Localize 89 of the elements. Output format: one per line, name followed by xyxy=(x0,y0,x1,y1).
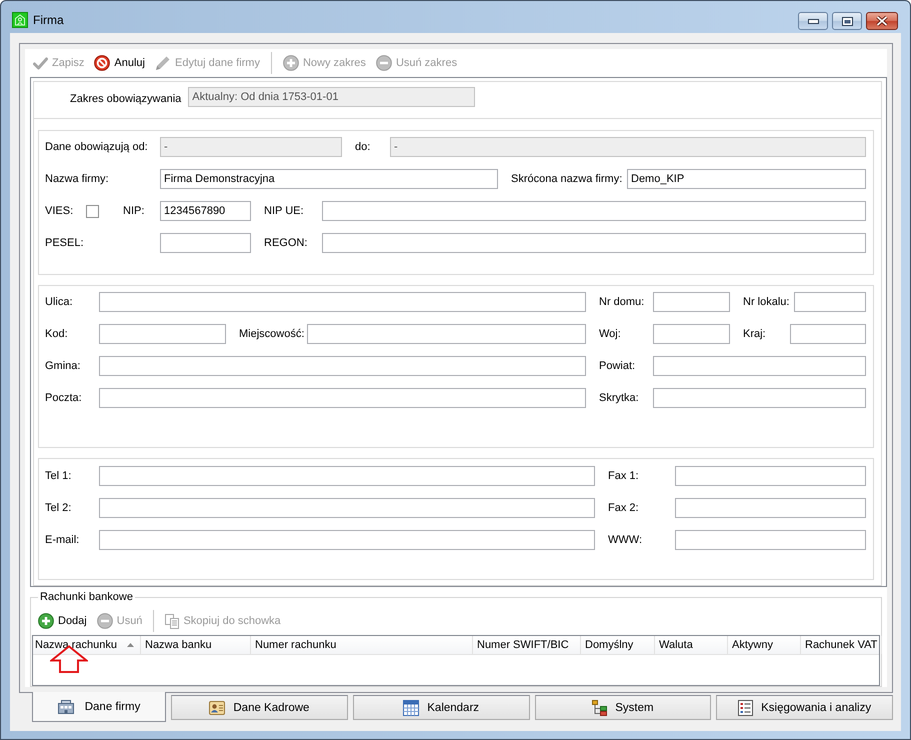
pencil-icon xyxy=(154,55,171,71)
field-label: Nr lokalu: xyxy=(743,295,790,309)
field-label: Fax 2: xyxy=(608,501,639,515)
prohibition-icon xyxy=(94,55,110,71)
copy-icon xyxy=(165,614,180,628)
check-icon xyxy=(33,56,48,70)
field-label: Tel 2: xyxy=(45,501,72,515)
maximize-button[interactable] xyxy=(832,12,862,30)
plus-icon xyxy=(38,613,54,629)
column-header[interactable]: Numer rachunku xyxy=(251,636,473,654)
calendar-icon xyxy=(403,700,420,716)
input-field[interactable] xyxy=(675,466,866,486)
field-label: Kod: xyxy=(45,327,68,341)
field-label: Miejscowość: xyxy=(239,327,304,341)
input-field[interactable]: 1234567890 xyxy=(160,201,251,221)
input-field[interactable] xyxy=(99,466,595,486)
column-header[interactable]: Nazwa rachunku xyxy=(33,636,141,654)
field-label: Zakres obowiązywania xyxy=(70,92,182,106)
input-field[interactable]: Demo_KIP xyxy=(627,169,866,189)
building-icon xyxy=(58,700,74,714)
column-header[interactable]: Aktywny xyxy=(728,636,801,654)
field-label: Gmina: xyxy=(45,359,80,373)
input-field[interactable] xyxy=(99,356,586,376)
tab[interactable]: Dane Kadrowe xyxy=(171,695,348,720)
column-header[interactable]: Nazwa banku xyxy=(141,636,251,654)
column-header[interactable]: Rachunek VAT xyxy=(801,636,882,654)
input-field[interactable] xyxy=(322,233,866,253)
minimize-icon xyxy=(808,18,818,24)
input-field[interactable] xyxy=(99,530,595,550)
field-label: E-mail: xyxy=(45,533,80,547)
input-field[interactable] xyxy=(99,388,586,408)
input-field[interactable] xyxy=(653,388,866,408)
field-label: Dane obowiązują od: xyxy=(45,140,148,154)
tab[interactable]: Dane firmy xyxy=(32,692,166,722)
input-field[interactable] xyxy=(653,356,866,376)
field-label: Woj: xyxy=(599,327,621,341)
field-label: Ulica: xyxy=(45,295,73,309)
input-field[interactable] xyxy=(653,324,730,344)
field-label: Poczta: xyxy=(45,391,82,405)
plus-icon xyxy=(282,55,299,71)
input-field[interactable] xyxy=(675,498,866,518)
tab[interactable]: Księgowania i analizy xyxy=(716,695,893,720)
field-label: Skrócona nazwa firmy: xyxy=(511,172,622,186)
input-field[interactable] xyxy=(675,530,866,550)
input-field[interactable]: Firma Demonstracyjna xyxy=(160,169,498,189)
field-label: REGON: xyxy=(264,236,308,250)
tab[interactable]: Kalendarz xyxy=(352,695,530,720)
input-field[interactable] xyxy=(653,292,730,312)
field-label: NIP UE: xyxy=(264,204,304,218)
close-button[interactable] xyxy=(866,12,898,30)
input-field[interactable] xyxy=(790,324,866,344)
input-field[interactable] xyxy=(794,292,866,312)
window-title: Firma xyxy=(33,12,64,28)
field-label: Nr domu: xyxy=(599,295,644,309)
minimize-button[interactable] xyxy=(798,12,828,30)
input-field[interactable] xyxy=(99,292,586,312)
cancel-button[interactable]: Anuluj xyxy=(92,53,147,73)
group-title: Rachunki bankowe xyxy=(39,590,134,604)
sort-arrow-icon xyxy=(127,643,134,647)
minus-icon xyxy=(96,613,113,629)
checkbox[interactable] xyxy=(86,204,99,218)
field-label: Skrytka: xyxy=(599,391,639,405)
field-label: Tel 1: xyxy=(45,469,72,483)
field-label: PESEL: xyxy=(45,236,84,250)
field-label: Kraj: xyxy=(743,327,766,341)
input-field[interactable] xyxy=(99,324,226,344)
input-field[interactable] xyxy=(307,324,586,344)
contact-card-icon xyxy=(209,700,226,716)
column-header[interactable]: Domyślny xyxy=(581,636,655,654)
app-icon xyxy=(12,12,28,28)
minus-icon xyxy=(376,55,392,71)
close-icon xyxy=(876,16,888,26)
field-label: Powiat: xyxy=(599,359,636,373)
field-label: Fax 1: xyxy=(608,469,639,483)
column-header[interactable]: Numer SWIFT/BIC xyxy=(473,636,581,654)
input-field[interactable] xyxy=(99,498,595,518)
field-label: VIES: xyxy=(45,204,74,218)
maximize-icon xyxy=(842,16,852,26)
field-label: NIP: xyxy=(123,204,144,218)
field-label: WWW: xyxy=(608,533,642,547)
add-button[interactable]: Dodaj xyxy=(36,611,89,631)
list-icon xyxy=(738,700,754,716)
input-field[interactable] xyxy=(322,201,866,221)
field-label: do: xyxy=(355,140,370,154)
tab[interactable]: System xyxy=(534,695,712,720)
field-label: Nazwa firmy: xyxy=(45,172,109,186)
input-field[interactable] xyxy=(160,233,251,253)
hierarchy-icon xyxy=(592,700,608,716)
column-header[interactable]: Waluta xyxy=(655,636,728,654)
